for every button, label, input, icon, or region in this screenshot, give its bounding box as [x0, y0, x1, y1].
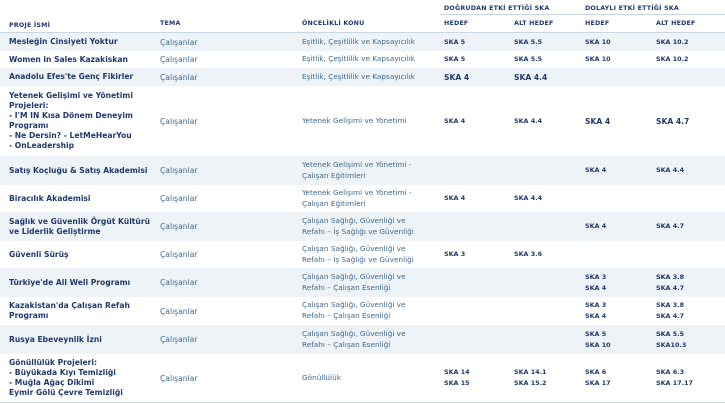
indirect-hedef: SKA 3 SKA 4 — [585, 301, 607, 320]
direct-alt-hedef: SKA 4.4 — [514, 194, 543, 202]
direct-hedef: SKA 3 — [444, 250, 466, 258]
direct-hedef: SKA 4 — [444, 72, 470, 82]
indirect-hedef: SKA 10 — [585, 55, 611, 63]
indirect-hedef: SKA 4 — [585, 116, 611, 126]
project-name: Türkiye'de All Well Programı — [9, 277, 131, 287]
indirect-hedef-header: HEDEF — [585, 20, 610, 27]
direct-alt-hedef: SKA 4.4 — [514, 116, 543, 125]
direct-hedef-header: HEDEF — [444, 20, 469, 27]
project-name: Biracılık Akademisi — [9, 193, 91, 203]
theme: Çalışanlar — [160, 72, 198, 82]
priority-topic: Çalışan Sağlığı, Güvenliği ve Refahı – İ… — [302, 243, 414, 264]
priority-topic: Çalışan Sağlığı, Güvenliği ve Refahı – Ç… — [302, 328, 406, 349]
priority-topic: Çalışan Sağlığı, Güvenliği ve Refahı – Ç… — [302, 300, 406, 320]
theme: Çalışanlar — [160, 278, 198, 287]
project-name: Mesleğin Cinsiyeti Yoktur — [9, 37, 118, 46]
indirect-alt-hedef: SKA 6.3 SKA 17.17 — [656, 368, 693, 387]
indirect-alt-hedef: SKA 10.2 — [656, 37, 689, 46]
priority-topic: Yetenek Gelişimi ve Yönetimi - Çalışan E… — [302, 159, 412, 180]
table-row: Sağlık ve Güvenlik Örgüt Kültürü ve Lide… — [0, 212, 725, 241]
theme: Çalışanlar — [160, 222, 198, 231]
proje-header: PROJE İSMİ — [9, 22, 51, 29]
table-row: Mesleğin Cinsiyeti Yoktur Çalışanlar Eşi… — [0, 33, 725, 51]
priority-topic: Eşitlik, Çeşitlilik ve Kapsayıcılık — [302, 36, 415, 46]
direct-hedef: SKA 14 SKA 15 — [444, 368, 470, 387]
table-row: Kazakistan'da Çalışan Refah Programı Çal… — [0, 297, 725, 325]
table-row: Biracılık Akademisi Çalışanlar Yetenek G… — [0, 185, 725, 212]
table-row: Rusya Ebeveynlik İzni Çalışanlar Çalışan… — [0, 325, 725, 354]
table-row: Anadolu Efes'te Genç Fikirler Çalışanlar… — [0, 68, 725, 86]
indirect-alt-hedef: SKA 10.2 — [656, 55, 689, 63]
indirect-alt-hedef: SKA 4.7 — [656, 116, 690, 126]
theme: Çalışanlar — [160, 116, 198, 126]
indirect-alt-hedef: SKA 3.8 SKA 4.7 — [656, 301, 685, 320]
konu-header: ÖNCELİKLİ KONU — [302, 20, 365, 27]
project-name: Yetenek Gelişimi ve Yönetimi Projeleri: … — [9, 91, 133, 150]
table-row: Satış Koçluğu & Satış Akademisi Çalışanl… — [0, 156, 725, 185]
header-divider-top — [440, 14, 725, 15]
direct-hedef: SKA 4 — [444, 194, 466, 202]
indirect-hedef: SKA 6 SKA 17 — [585, 368, 611, 387]
tema-header: TEMA — [160, 20, 181, 27]
project-name: Anadolu Efes'te Genç Fikirler — [9, 72, 134, 81]
indirect-alt-hedef: SKA 4.7 — [656, 222, 685, 230]
project-name: Sağlık ve Güvenlik Örgüt Kültürü ve Lide… — [9, 216, 150, 236]
indirect-alt-hedef: SKA 4.4 — [656, 166, 685, 174]
priority-topic: Çalışan Sağlığı, Güvenliği ve Refahı – İ… — [302, 215, 414, 236]
project-name: Satış Koçluğu & Satış Akademisi — [9, 165, 148, 175]
project-name: Rusya Ebeveynlik İzni — [9, 334, 102, 344]
direct-alt-hedef: SKA 14.1 SKA 15.2 — [514, 368, 547, 387]
direct-hedef: SKA 5 — [444, 55, 466, 63]
priority-topic: Çalışan Sağlığı, Güvenliği ve Refahı – Ç… — [302, 271, 406, 292]
priority-topic: Gönüllülük — [302, 372, 341, 382]
ska-table: DOĞRUDAN ETKİ ETTİĞİ SKA DOLAYLI ETKİ ET… — [0, 0, 725, 403]
indirect-impact-header: DOLAYLI ETKİ ETTİĞİ SKA — [585, 5, 679, 12]
theme: Çalışanlar — [160, 373, 198, 383]
theme: Çalışanlar — [160, 37, 198, 47]
table-row: Güvenli Sürüş Çalışanlar Çalışan Sağlığı… — [0, 241, 725, 268]
indirect-hedef: SKA 3 SKA 4 — [585, 272, 607, 292]
indirect-hedef: SKA 5 SKA 10 — [585, 329, 611, 349]
theme: Çalışanlar — [160, 250, 198, 259]
theme: Çalışanlar — [160, 194, 198, 203]
theme: Çalışanlar — [160, 166, 198, 175]
direct-hedef: SKA 4 — [444, 116, 466, 125]
indirect-alt-hedef-header: ALT HEDEF — [656, 20, 696, 27]
direct-alt-hedef: SKA 5.5 — [514, 55, 543, 63]
direct-alt-hedef: SKA 3.6 — [514, 250, 543, 258]
theme: Çalışanlar — [160, 306, 198, 316]
project-name: Güvenli Sürüş — [9, 249, 69, 259]
table-row: Yetenek Gelişimi ve Yönetimi Projeleri: … — [0, 86, 725, 156]
theme: Çalışanlar — [160, 55, 198, 64]
direct-alt-hedef: SKA 5.5 — [514, 37, 543, 46]
priority-topic: Yetenek Gelişimi ve Yönetimi - Çalışan E… — [302, 187, 412, 208]
indirect-hedef: SKA 10 — [585, 37, 611, 46]
project-name: Women in Sales Kazakiskan — [9, 54, 128, 64]
direct-impact-header: DOĞRUDAN ETKİ ETTİĞİ SKA — [444, 5, 550, 12]
theme: Çalışanlar — [160, 335, 198, 344]
priority-topic: Eşitlik, Çeşitlilik ve Kapsayıcılık — [302, 54, 415, 64]
direct-alt-hedef-header: ALT HEDEF — [514, 20, 554, 27]
table-row: Gönüllülük Projeleri: - Büyükada Kıyı Te… — [0, 354, 725, 402]
project-name: Gönüllülük Projeleri: - Büyükada Kıyı Te… — [9, 358, 123, 397]
project-name: Kazakistan'da Çalışan Refah Programı — [9, 301, 130, 320]
table-row: Women in Sales Kazakiskan Çalışanlar Eşi… — [0, 51, 725, 68]
indirect-alt-hedef: SKA 3.8 SKA 4.7 — [656, 272, 685, 292]
direct-hedef: SKA 5 — [444, 37, 466, 46]
indirect-hedef: SKA 4 — [585, 222, 607, 230]
priority-topic: Yetenek Gelişimi ve Yönetimi — [302, 115, 407, 125]
indirect-alt-hedef: SKA 5.5 SKA10.3 — [656, 329, 687, 349]
indirect-hedef: SKA 4 — [585, 166, 607, 174]
priority-topic: Eşitlik, Çeşitlilik ve Kapsayıcılık — [302, 71, 415, 81]
table-row: Türkiye'de All Well Programı Çalışanlar … — [0, 268, 725, 297]
direct-alt-hedef: SKA 4.4 — [514, 72, 548, 82]
